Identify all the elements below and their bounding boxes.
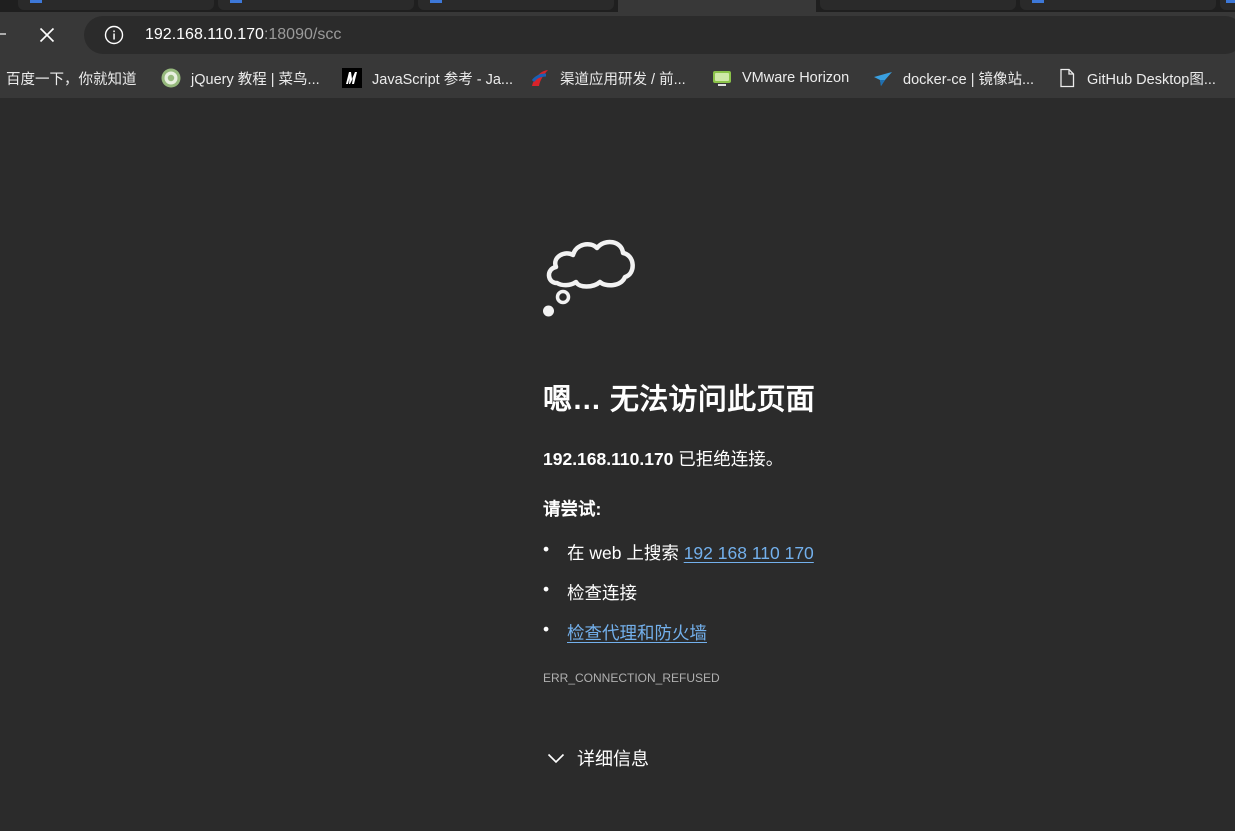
bookmarks-bar: 百度一下，你就知道 jQuery 教程 | 菜鸟... JavaScript 参… [0,58,1235,98]
browser-tab[interactable] [218,0,414,10]
url-host: 192.168.110.170 [145,26,264,43]
chevron-down-icon [547,753,565,764]
browser-toolbar: 192.168.110.170:18090/scc [0,12,1235,58]
suggestion-text: 检查连接 [567,583,637,603]
bullet: • [543,619,550,639]
try-heading: 请尝试: [543,499,602,519]
bookmark-javascript-reference[interactable]: JavaScript 参考 - Ja... [342,68,513,88]
browser-tab[interactable] [1220,0,1235,10]
active-tab[interactable] [618,0,816,12]
stop-loading-button[interactable] [32,20,62,50]
suggestion-text: 在 web 上搜索 [567,543,684,563]
page-icon [1057,68,1077,88]
tab-favicon [1226,0,1235,3]
tab-favicon [30,0,42,3]
bookmark-label: VMware Horizon [742,70,850,86]
vmware-horizon-icon [712,68,732,88]
bookmark-github-desktop[interactable]: GitHub Desktop图... [1057,68,1216,88]
browser-tab[interactable] [1020,0,1216,10]
refused-message: 192.168.110.170 已拒绝连接。 [543,446,783,471]
refused-host: 192.168.110.170 [543,449,674,469]
thought-cloud-icon [543,239,635,317]
bookmark-label: jQuery 教程 | 菜鸟... [191,71,320,88]
url-path: :18090/scc [263,26,342,43]
tab-favicon [430,0,442,3]
tab-favicon [230,0,242,3]
tab-strip [0,0,1235,12]
error-code: ERR_CONNECTION_REFUSED [543,671,720,685]
search-ip-link[interactable]: 192 168 110 170 [684,543,814,563]
runoob-icon [161,68,181,88]
address-url[interactable]: 192.168.110.170:18090/scc [145,26,341,44]
close-icon [39,27,55,43]
browser-tab[interactable] [820,0,1016,10]
bullet: • [543,539,550,559]
bookmark-docker-ce[interactable]: docker-ce | 镜像站... [873,68,1034,88]
bird-icon [873,68,893,88]
bookmark-label: JavaScript 参考 - Ja... [372,71,514,88]
bookmark-baidu[interactable]: 百度一下，你就知道 [6,68,137,88]
refused-text: 已拒绝连接。 [673,449,784,469]
address-bar[interactable]: 192.168.110.170:18090/scc [84,16,1235,54]
bookmark-vmware-horizon[interactable]: VMware Horizon [712,68,849,88]
browser-tab[interactable] [18,0,214,10]
tab-favicon [1032,0,1044,3]
bookmark-label: GitHub Desktop图... [1087,71,1216,88]
bullet: • [543,579,550,599]
gitlab-like-icon [530,68,550,88]
bookmark-label: docker-ce | 镜像站... [903,71,1035,88]
bookmark-jquery[interactable]: jQuery 教程 | 菜鸟... [161,68,320,88]
back-arrow-icon[interactable] [0,26,8,42]
info-icon[interactable] [104,25,124,45]
check-proxy-firewall-link[interactable]: 检查代理和防火墙 [567,623,707,643]
bookmark-label: 百度一下，你就知道 [6,71,137,88]
mdn-icon [342,68,362,88]
browser-tab[interactable] [418,0,614,10]
bookmark-channel-app[interactable]: 渠道应用研发 / 前... [530,68,686,88]
bookmark-label: 渠道应用研发 / 前... [560,71,686,88]
page-title: 嗯… 无法访问此页面 [543,384,816,416]
details-label: 详细信息 [577,749,649,769]
details-toggle[interactable]: 详细信息 [547,745,649,771]
